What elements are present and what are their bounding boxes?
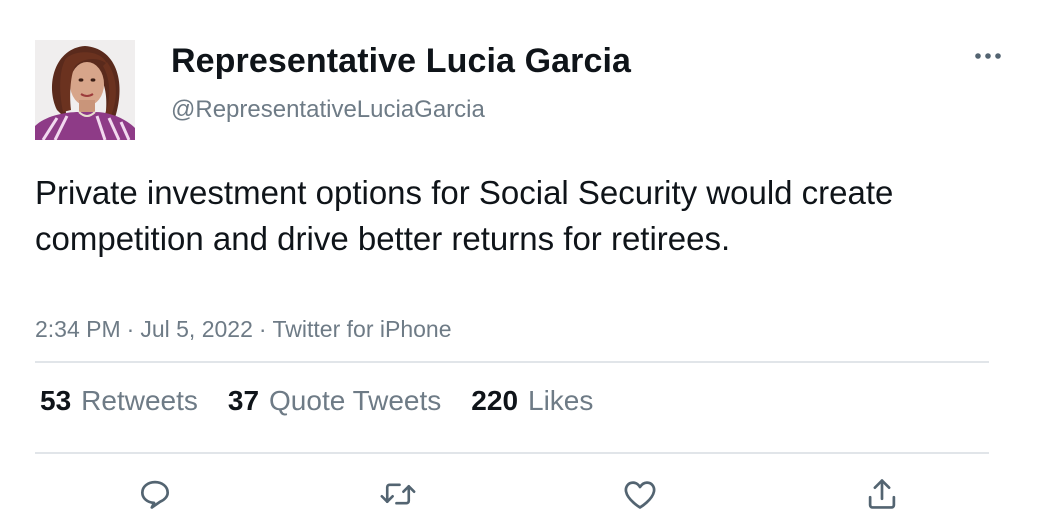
meta-separator: · [258, 316, 267, 342]
more-options-icon[interactable] [968, 42, 1008, 70]
tweet-detail: Representative Lucia Garcia @Representat… [0, 0, 1050, 525]
likes-label: Likes [528, 385, 594, 416]
share-icon[interactable] [862, 474, 902, 514]
quote-tweets-count: 37 [227, 385, 260, 416]
user-handle[interactable]: @RepresentativeLuciaGarcia [171, 96, 485, 124]
divider [35, 452, 989, 454]
like-icon[interactable] [620, 474, 660, 514]
profile-photo-icon [35, 40, 135, 140]
retweets-stat[interactable]: 53 Retweets [40, 385, 198, 417]
tweet-date[interactable]: Jul 5, 2022 [140, 316, 253, 342]
reply-icon[interactable] [135, 474, 175, 514]
retweets-label: Retweets [81, 385, 198, 416]
likes-stat[interactable]: 220 Likes [471, 385, 593, 417]
avatar[interactable] [35, 40, 135, 140]
display-name[interactable]: Representative Lucia Garcia [171, 42, 631, 81]
quote-tweets-stat[interactable]: 37 Quote Tweets [228, 385, 441, 417]
tweet-time[interactable]: 2:34 PM [35, 316, 121, 342]
retweets-count: 53 [40, 385, 72, 416]
retweet-icon[interactable] [378, 474, 418, 514]
divider [35, 361, 989, 363]
tweet-text: Private investment options for Social Se… [35, 174, 894, 257]
likes-count: 220 [471, 385, 519, 416]
tweet-source-link[interactable]: Twitter for iPhone [273, 316, 452, 342]
engagement-stats: 53 Retweets 37 Quote Tweets 220 Likes [40, 385, 623, 417]
tweet-metadata: 2:34 PM · Jul 5, 2022 · Twitter for iPhone [35, 316, 452, 343]
quote-tweets-label: Quote Tweets [269, 385, 442, 416]
meta-separator: · [126, 316, 135, 342]
